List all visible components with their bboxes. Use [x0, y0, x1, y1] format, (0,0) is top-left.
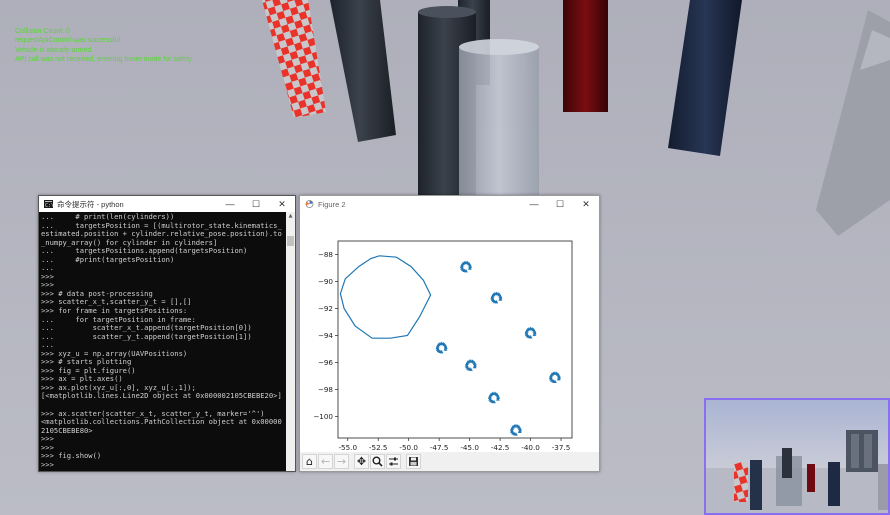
y-tick-label: −90: [318, 277, 334, 286]
navy-cylinder: [828, 462, 840, 506]
figure-window[interactable]: Figure 2 — ☐ ✕ -55.0 -52.5 -50.0 -47.5 -45.0…: [299, 195, 600, 472]
svg-text:C:\: C:\: [45, 203, 53, 208]
y-tick-label: −92: [318, 304, 333, 313]
x-tick-label: -47.5: [430, 443, 449, 452]
hud-hover-warning: API call was not received, entering hove…: [15, 56, 193, 64]
navy-cylinder: [750, 460, 762, 510]
pan-icon[interactable]: ✥: [354, 454, 369, 469]
hud-api-control: requestApiControl was successful: [15, 37, 121, 45]
terminal-icon: C:\: [44, 200, 53, 208]
scroll-up-icon[interactable]: ▲: [286, 212, 295, 221]
hud-collision-count: Collision Count: 0: [15, 28, 70, 35]
figure-titlebar[interactable]: Figure 2 — ☐ ✕: [300, 196, 599, 212]
configure-icon[interactable]: [386, 454, 401, 469]
x-tick-label: -50.0: [399, 443, 418, 452]
terminal-output: ... # print(len(cylinders)) ... targetsP…: [41, 212, 282, 469]
x-tick-label: -42.5: [491, 443, 510, 452]
red-cylinder: [563, 0, 608, 112]
terminal-scrollbar[interactable]: ▲: [286, 212, 295, 471]
figure-toolbar: ⌂ ← → ✥: [300, 452, 599, 471]
y-tick-label: −96: [318, 358, 334, 367]
y-tick-label: −94: [318, 331, 334, 340]
matplotlib-icon: [305, 200, 314, 208]
hud-armed: Vehicle is already armed: [15, 46, 92, 54]
plot-axes-frame: [337, 240, 573, 439]
minimize-button[interactable]: —: [521, 196, 547, 212]
x-tick-label: -52.5: [369, 443, 388, 452]
red-cylinder: [807, 464, 815, 492]
close-button[interactable]: ✕: [573, 196, 599, 212]
zoom-icon[interactable]: [370, 454, 385, 469]
terminal-body[interactable]: ... # print(len(cylinders)) ... targetsP…: [39, 212, 295, 471]
glass-cylinder: [459, 39, 539, 217]
y-tick-label: −98: [318, 385, 334, 394]
minimize-button[interactable]: —: [217, 196, 243, 212]
x-tick-label: -40.0: [521, 443, 540, 452]
dark-cylinder: [782, 448, 792, 478]
y-tick-label: −100: [313, 412, 333, 421]
grey-cylinder: [878, 464, 888, 510]
scrollbar-thumb[interactable]: [287, 236, 294, 246]
checkered-cylinder: [734, 462, 748, 502]
x-tick-label: -45.0: [460, 443, 479, 452]
grey-cylinder: [846, 430, 878, 472]
camera-preview: [704, 398, 890, 515]
x-tick-label: -37.5: [552, 443, 571, 452]
close-button[interactable]: ✕: [269, 196, 295, 212]
maximize-button[interactable]: ☐: [243, 196, 269, 212]
back-icon[interactable]: ←: [318, 454, 333, 469]
x-tick-label: -55.0: [338, 443, 357, 452]
figure-title: Figure 2: [318, 199, 346, 209]
forward-icon[interactable]: →: [334, 454, 349, 469]
terminal-title: 命令提示符 - python: [57, 199, 124, 209]
save-icon[interactable]: [406, 454, 421, 469]
hud-messages: Collision Count: 0 requestApiControl was…: [15, 27, 192, 65]
y-tick-label: −88: [318, 250, 334, 259]
terminal-window[interactable]: C:\ 命令提示符 - python — ☐ ✕ ... # print(len…: [38, 195, 296, 472]
plot-canvas[interactable]: -55.0 -52.5 -50.0 -47.5 -45.0 -42.5 -40.0 -37.5…: [300, 212, 599, 452]
maximize-button[interactable]: ☐: [547, 196, 573, 212]
terminal-titlebar[interactable]: C:\ 命令提示符 - python — ☐ ✕: [39, 196, 295, 212]
home-icon[interactable]: ⌂: [302, 454, 317, 469]
